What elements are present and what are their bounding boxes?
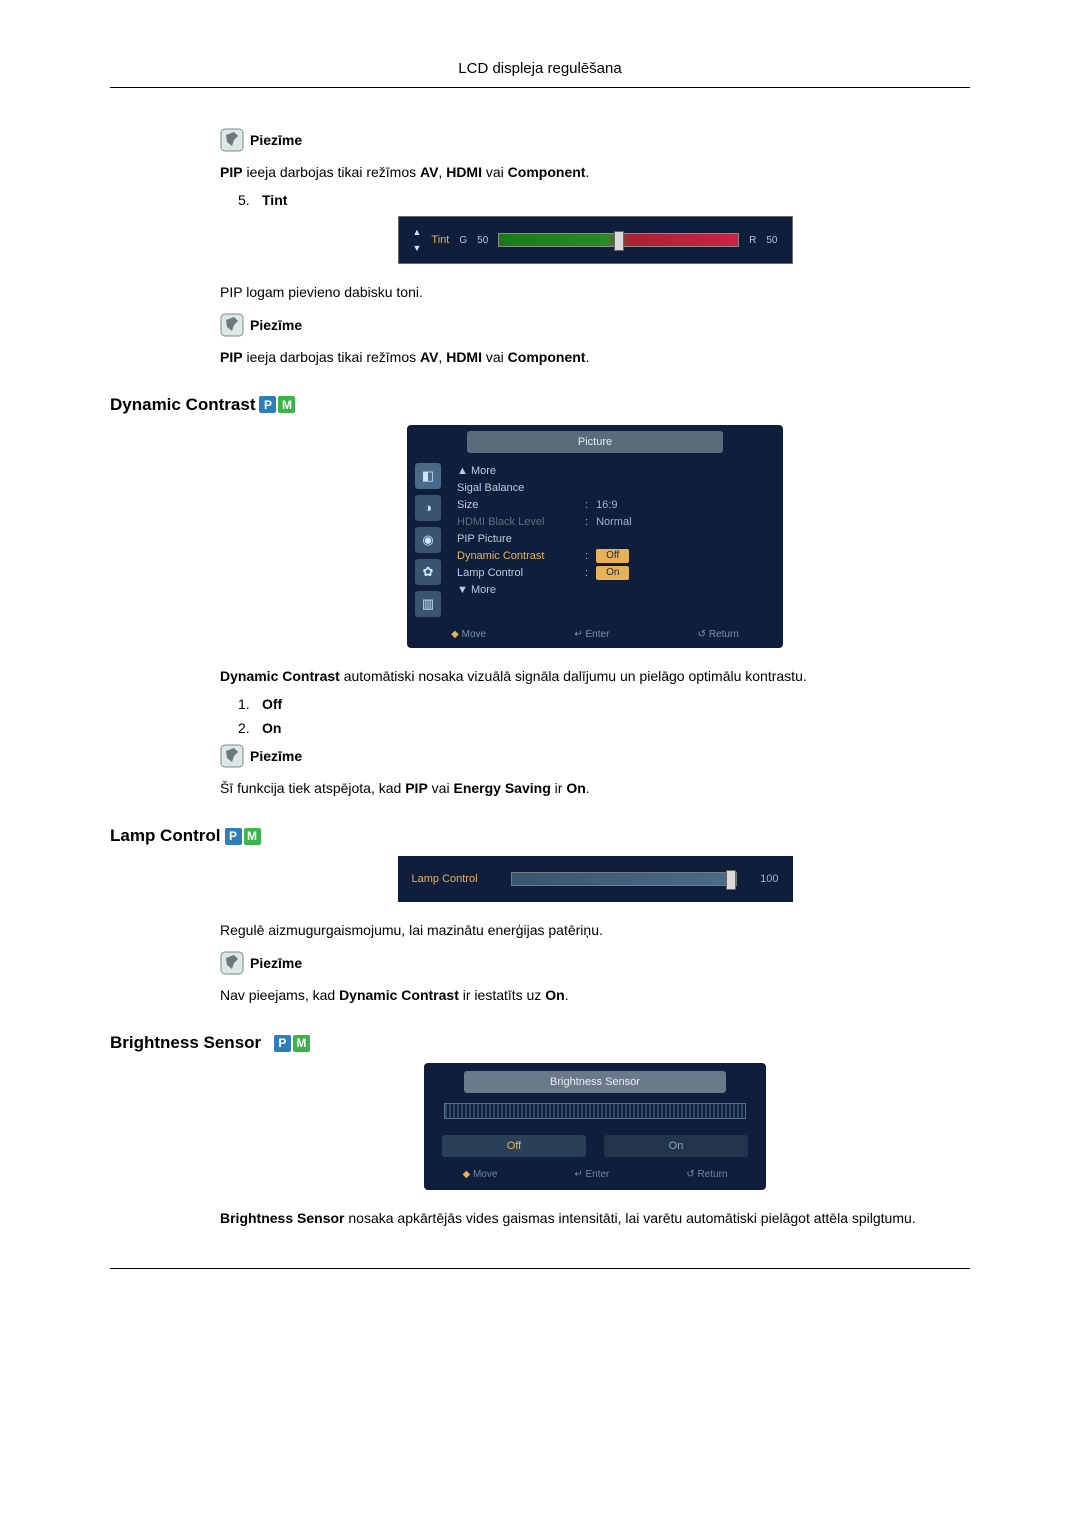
- osd-item: Sigal Balance: [457, 482, 577, 494]
- tint-osd: ▲ ▼ Tint G 50 R 50: [398, 216, 793, 264]
- note-label: Piezīme: [250, 748, 302, 764]
- osd-more-up: ▲ More: [457, 465, 577, 477]
- lamp-note: Nav pieejams, kad Dynamic Contrast ir ie…: [220, 985, 970, 1005]
- osd-value: On: [596, 566, 629, 580]
- lamp-osd: Lamp Control 100: [398, 856, 793, 902]
- bs-desc: Brightness Sensor nosaka apkārtējās vide…: [220, 1208, 970, 1228]
- note-row: Piezīme: [220, 128, 970, 152]
- pip-note: PIP ieeja darbojas tikai režīmos AV, HDM…: [220, 347, 970, 367]
- pip-note: PIP ieeja darbojas tikai režīmos AV, HDM…: [220, 162, 970, 182]
- tint-g-label: G: [459, 235, 467, 246]
- tint-slider: [498, 233, 739, 247]
- dyn-option: 1.Off: [238, 696, 970, 712]
- page-header: LCD displeja regulēšana: [110, 60, 970, 88]
- osd-setup-icon: ◉: [415, 527, 441, 553]
- note-row: Piezīme: [220, 313, 970, 337]
- m-badge-icon: M: [244, 828, 261, 845]
- lamp-slider: [511, 872, 737, 886]
- lamp-desc: Regulē aizmugurgaismojumu, lai mazinātu …: [220, 920, 970, 940]
- tint-r-value: 50: [766, 235, 777, 246]
- pm-badges: P M: [259, 396, 295, 413]
- tint-slider-thumb: [614, 231, 624, 251]
- pm-badges: P M: [274, 1035, 310, 1052]
- lamp-slider-thumb: [726, 870, 736, 890]
- picture-osd-container: Picture ◧ ◑ ◉ ✿ ▥ ▲ More Sigal Balance S…: [220, 425, 970, 648]
- content-area: Piezīme PIP ieeja darbojas tikai režīmos…: [220, 128, 970, 1228]
- lamp-osd-value: 100: [751, 873, 779, 885]
- lamp-control-heading: Lamp Control P M: [110, 826, 970, 846]
- p-badge-icon: P: [274, 1035, 291, 1052]
- lamp-osd-label: Lamp Control: [412, 873, 497, 885]
- m-badge-icon: M: [278, 396, 295, 413]
- note-icon: [220, 313, 244, 337]
- tint-osd-container: ▲ ▼ Tint G 50 R 50: [220, 216, 970, 264]
- tint-r-label: R: [749, 235, 756, 246]
- bs-osd-footer: ◆ Move ↵ Enter ↺ Return: [424, 1165, 766, 1186]
- note-label: Piezīme: [250, 955, 302, 971]
- picture-osd-title: Picture: [467, 431, 723, 453]
- bs-option-on: On: [604, 1135, 748, 1157]
- osd-item: PIP Picture: [457, 533, 577, 545]
- bs-osd-slider: [444, 1103, 746, 1119]
- note-icon: [220, 744, 244, 768]
- lamp-osd-container: Lamp Control 100: [220, 856, 970, 902]
- dyn-option: 2.On: [238, 720, 970, 736]
- picture-osd-footer: ◆ Move ↵ Enter ↺ Return: [407, 623, 783, 648]
- brightness-sensor-osd: Brightness Sensor Off On ◆ Move ↵ Enter …: [424, 1063, 766, 1190]
- note-icon: [220, 128, 244, 152]
- arrow-up-icon: ▲: [413, 227, 422, 237]
- picture-osd-sidebar: ◧ ◑ ◉ ✿ ▥: [415, 463, 441, 617]
- osd-more-down: ▼ More: [457, 584, 577, 596]
- picture-osd: Picture ◧ ◑ ◉ ✿ ▥ ▲ More Sigal Balance S…: [407, 425, 783, 648]
- m-badge-icon: M: [293, 1035, 310, 1052]
- osd-item-selected: Dynamic Contrast: [457, 550, 577, 562]
- bs-osd-options: Off On: [442, 1135, 748, 1157]
- osd-item: Lamp Control: [457, 567, 577, 579]
- picture-osd-list: ▲ More Sigal Balance Size:16:9 HDMI Blac…: [457, 463, 773, 617]
- note-icon: [220, 951, 244, 975]
- tint-g-value: 50: [477, 235, 488, 246]
- page-footer-rule: [110, 1268, 970, 1269]
- bs-option-off: Off: [442, 1135, 586, 1157]
- tint-desc: PIP logam pievieno dabisku toni.: [220, 282, 970, 302]
- osd-item: Size: [457, 499, 577, 511]
- note-label: Piezīme: [250, 317, 302, 333]
- tint-osd-name: Tint: [431, 234, 449, 246]
- dyn-desc: Dynamic Contrast automātiski nosaka vizu…: [220, 666, 970, 686]
- osd-picture-icon: ◧: [415, 463, 441, 489]
- list-number: 5.: [238, 192, 262, 208]
- pm-badges: P M: [225, 828, 261, 845]
- osd-multi-icon: ▥: [415, 591, 441, 617]
- dynamic-contrast-heading: Dynamic Contrast P M: [110, 395, 970, 415]
- tint-label: Tint: [262, 192, 287, 208]
- osd-value: Normal: [596, 516, 631, 528]
- osd-value-selected: Off: [596, 549, 629, 563]
- osd-item: HDMI Black Level: [457, 516, 577, 528]
- arrow-down-icon: ▼: [413, 243, 422, 253]
- osd-sound-icon: ◑: [415, 495, 441, 521]
- p-badge-icon: P: [259, 396, 276, 413]
- tint-arrows: ▲ ▼: [413, 227, 422, 253]
- bs-osd-container: Brightness Sensor Off On ◆ Move ↵ Enter …: [220, 1063, 970, 1190]
- osd-option-icon: ✿: [415, 559, 441, 585]
- tint-list-item: 5.Tint: [238, 192, 970, 208]
- note-label: Piezīme: [250, 132, 302, 148]
- bs-osd-title: Brightness Sensor: [464, 1071, 726, 1093]
- p-badge-icon: P: [225, 828, 242, 845]
- dyn-note: Šī funkcija tiek atspējota, kad PIP vai …: [220, 778, 970, 798]
- note-row: Piezīme: [220, 744, 970, 768]
- note-row: Piezīme: [220, 951, 970, 975]
- brightness-sensor-heading: Brightness Sensor P M: [110, 1033, 970, 1053]
- osd-value: 16:9: [596, 499, 617, 511]
